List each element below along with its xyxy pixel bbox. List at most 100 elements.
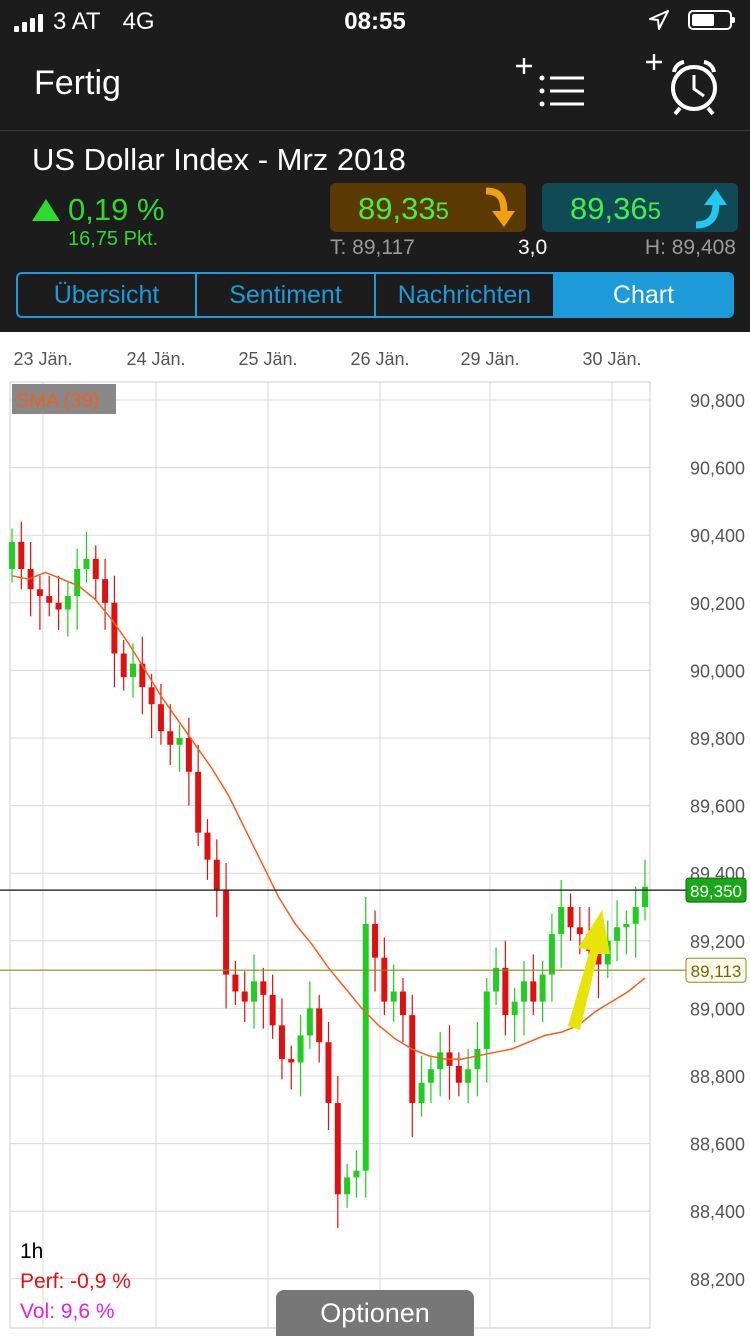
location-arrow-icon <box>649 10 669 30</box>
candle-down <box>567 907 574 928</box>
y-tick-label: 88,800 <box>690 1067 745 1087</box>
y-tick-label: 89,600 <box>690 797 745 817</box>
y-tick-label: 88,600 <box>690 1135 745 1155</box>
chart-area[interactable]: 90,800 90,600 90,400 90,200 90,000 89,800 89,6… <box>0 332 750 1334</box>
x-tick-label: 30 Jän. <box>582 349 641 369</box>
current-price-label: 89,350 <box>690 882 742 901</box>
up-arrow-icon <box>695 189 727 229</box>
change-percent: 0,19 % <box>32 192 165 228</box>
candle-up <box>353 1170 360 1178</box>
y-tick-label: 90,400 <box>690 526 745 546</box>
options-button[interactable]: Optionen <box>276 1290 474 1336</box>
candle-up <box>520 981 527 1002</box>
tab-news[interactable]: Nachrichten <box>376 274 555 316</box>
candle-down <box>278 1025 285 1060</box>
candle-down <box>381 957 388 1002</box>
candle-down <box>455 1065 462 1083</box>
candle-up <box>465 1069 472 1083</box>
sell-button[interactable]: 89,335 <box>330 183 526 232</box>
y-tick-label: 90,200 <box>690 594 745 614</box>
candle-up <box>9 541 15 569</box>
low-price: T: 89,117 <box>330 236 415 259</box>
x-tick-label: 23 Jän. <box>13 349 72 369</box>
navigation-bar: Fertig <box>0 40 750 131</box>
y-tick-label: 90,000 <box>690 661 745 681</box>
instrument-title: US Dollar Index - Mrz 2018 <box>32 142 406 177</box>
candle-down <box>232 974 239 992</box>
candle-up <box>390 991 397 1002</box>
candle-up <box>176 738 183 745</box>
candle-up <box>427 1069 434 1083</box>
sma-legend-label: SMA (39) <box>16 390 99 412</box>
candle-down <box>241 991 248 1002</box>
candle-up <box>474 1048 481 1070</box>
bid-price: 89,335 <box>358 191 449 226</box>
candle-down <box>223 890 230 975</box>
candle-down <box>576 927 583 935</box>
candle-up <box>558 907 565 935</box>
candle-down <box>213 859 220 891</box>
candle-down <box>111 602 118 654</box>
candle-down <box>148 687 155 705</box>
candle-up <box>83 558 90 569</box>
candle-down <box>36 589 43 597</box>
y-tick-label: 90,600 <box>690 459 745 479</box>
plus-alarm-icon[interactable] <box>644 50 724 116</box>
plus-list-icon[interactable] <box>512 54 592 114</box>
candle-up <box>251 981 258 1002</box>
x-tick-label: 24 Jän. <box>126 349 185 369</box>
candle-up <box>64 596 71 610</box>
candle-down <box>334 1103 341 1195</box>
candle-down <box>139 663 146 688</box>
done-button[interactable]: Fertig <box>34 64 121 103</box>
tab-overview[interactable]: Übersicht <box>18 274 197 316</box>
candle-up <box>623 923 630 928</box>
x-tick-label: 29 Jän. <box>460 349 519 369</box>
y-tick-label: 90,800 <box>690 391 745 411</box>
candle-up <box>614 927 621 941</box>
y-tick-label: 89,800 <box>690 729 745 749</box>
candle-down <box>409 1015 416 1104</box>
buy-button[interactable]: 89,365 <box>542 183 738 232</box>
interval-label: 1h <box>20 1240 44 1263</box>
tab-bar: Übersicht Sentiment Nachrichten Chart <box>16 272 734 318</box>
candle-down <box>55 602 62 610</box>
up-triangle-icon <box>32 199 60 221</box>
change-points: 16,75 Pkt. <box>68 228 159 250</box>
candle-up <box>483 991 490 1049</box>
y-tick-label: 89,200 <box>690 932 745 952</box>
candle-down <box>185 738 192 772</box>
candle-up <box>632 907 639 924</box>
candle-up <box>306 1008 313 1036</box>
tab-sentiment[interactable]: Sentiment <box>197 274 376 316</box>
price-chart[interactable]: 90,800 90,600 90,400 90,200 90,000 89,800 89,6… <box>0 332 750 1334</box>
candle-down <box>530 981 537 1002</box>
candle-down <box>195 771 202 833</box>
spread: 3,0 <box>518 236 548 259</box>
candle-up <box>344 1177 351 1195</box>
change-percent-value: 0,19 % <box>68 192 165 227</box>
candle-down <box>167 731 174 745</box>
down-arrow-icon <box>485 187 515 227</box>
candle-down <box>316 1008 323 1043</box>
candle-down <box>399 991 406 1016</box>
perf-label: Perf: -0,9 % <box>20 1270 131 1293</box>
candle-down <box>157 704 164 732</box>
candle-down <box>325 1042 332 1104</box>
candle-up <box>511 1001 518 1016</box>
candle-down <box>269 994 276 1026</box>
status-bar: 3 AT 4G 08:55 <box>0 0 750 40</box>
battery-icon <box>688 10 735 30</box>
candle-up <box>539 974 546 1002</box>
clock: 08:55 <box>344 8 406 35</box>
candle-up <box>418 1082 425 1104</box>
x-tick-label: 26 Jän. <box>350 349 409 369</box>
vol-label: Vol: 9,6 % <box>20 1300 115 1323</box>
x-tick-label: 25 Jän. <box>238 349 297 369</box>
tab-chart[interactable]: Chart <box>555 274 732 316</box>
candle-up <box>362 923 369 1171</box>
candle-up <box>74 569 81 597</box>
candle-down <box>372 923 379 958</box>
ask-price: 89,365 <box>570 191 661 226</box>
candle-up <box>493 967 500 992</box>
